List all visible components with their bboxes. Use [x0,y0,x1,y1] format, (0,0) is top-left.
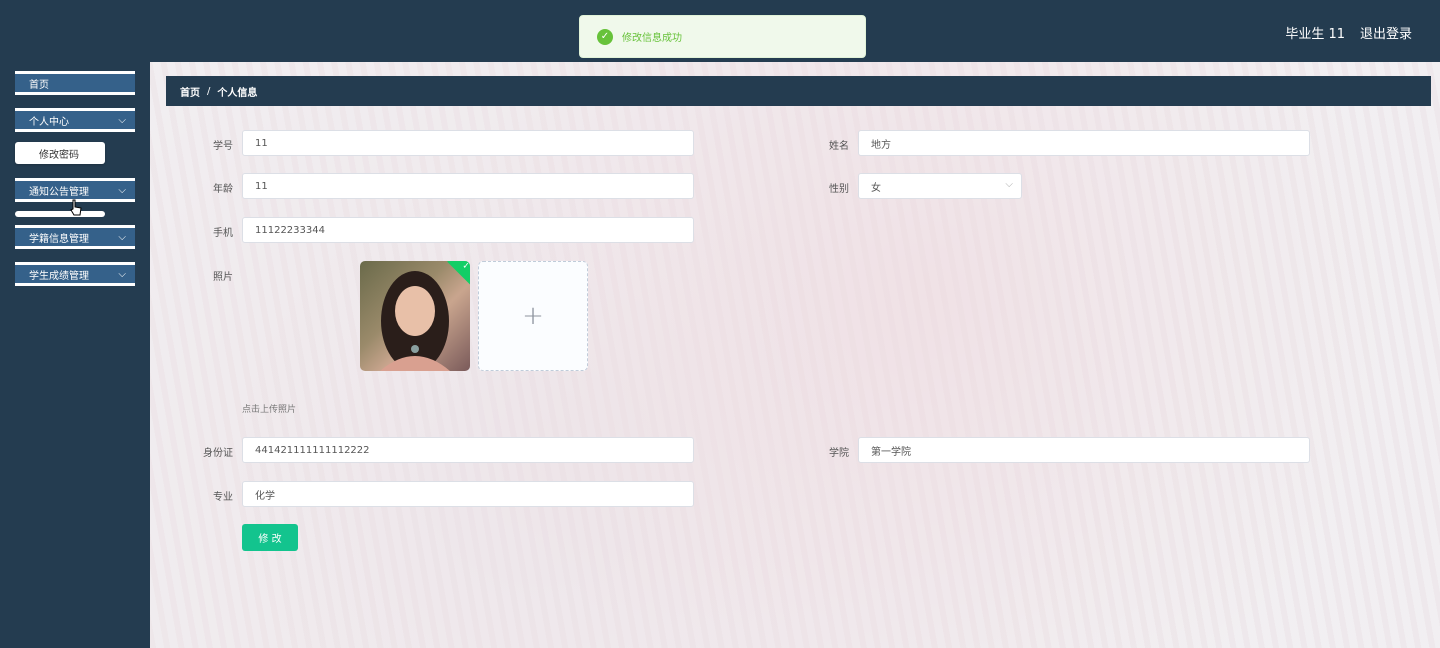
uploaded-photo[interactable]: ✓ [360,261,470,371]
breadcrumb-current: 个人信息 [217,87,258,99]
breadcrumb: 首页 / 个人信息 [166,76,1431,106]
hand-cursor-icon [70,199,82,216]
major-field[interactable]: 化学 [242,481,694,507]
phone-field[interactable]: 11122233344 [242,217,694,243]
major-label: 专业 [213,492,233,503]
check-circle-icon: ✓ [597,28,613,45]
gender-label: 性别 [829,184,849,195]
sidebar-item-personal-center[interactable]: 个人中心 ⌵ [15,108,135,132]
sidebar-item-label: 首页 [29,79,49,91]
sidebar-item-label: 个人中心 [29,116,69,128]
sidebar-item-grade-management[interactable]: 学生成绩管理 ⌵ [15,262,135,286]
sidebar-item-label: 学籍信息管理 [29,233,89,245]
main-content: 首页 / 个人信息 学号 11 姓名 地方 年龄 11 性别 女 ⌵ 手机 11… [150,62,1440,648]
sidebar-item-label: 学生成绩管理 [29,270,89,282]
student-id-field[interactable]: 11 [242,130,694,156]
photo-label: 照片 [213,272,233,283]
age-label: 年龄 [213,184,233,195]
gender-value: 女 [871,182,881,194]
chevron-down-icon: ⌵ [118,232,126,243]
plus-icon: + [522,301,544,331]
chevron-down-icon: ⌵ [1005,179,1013,190]
upload-tip: 点击上传照片 [242,405,297,415]
student-id-label: 学号 [213,141,233,152]
name-field[interactable]: 地方 [858,130,1310,156]
name-label: 姓名 [829,141,849,152]
submit-button[interactable]: 修 改 [242,524,298,551]
toast-message: 修改信息成功 [622,33,682,44]
portrait-image [380,271,450,371]
chevron-down-icon: ⌵ [118,269,126,280]
chevron-down-icon: ⌵ [118,185,126,196]
college-field[interactable]: 第一学院 [858,437,1310,463]
gender-select[interactable]: 女 ⌵ [858,173,1022,199]
age-field[interactable]: 11 [242,173,694,199]
upload-button[interactable]: + [478,261,588,371]
submenu-placeholder [15,211,105,217]
breadcrumb-separator: / [207,85,211,97]
college-label: 学院 [829,448,849,459]
logout-link[interactable]: 退出登录 [1360,23,1412,42]
breadcrumb-home[interactable]: 首页 [180,84,200,99]
submenu-item-change-password[interactable]: 修改密码 [15,142,105,164]
submenu-item-label: 修改密码 [39,149,79,161]
sidebar-item-label: 通知公告管理 [29,186,89,198]
id-card-field[interactable]: 441421111111112222 [242,437,694,463]
phone-label: 手机 [213,228,233,239]
sidebar-item-status-management[interactable]: 学籍信息管理 ⌵ [15,225,135,249]
id-card-label: 身份证 [203,448,233,459]
current-user: 毕业生 11 [1285,27,1345,42]
success-toast: ✓ 修改信息成功 [579,15,866,58]
sidebar-item-home[interactable]: 首页 [15,71,135,95]
chevron-down-icon: ⌵ [118,115,126,126]
